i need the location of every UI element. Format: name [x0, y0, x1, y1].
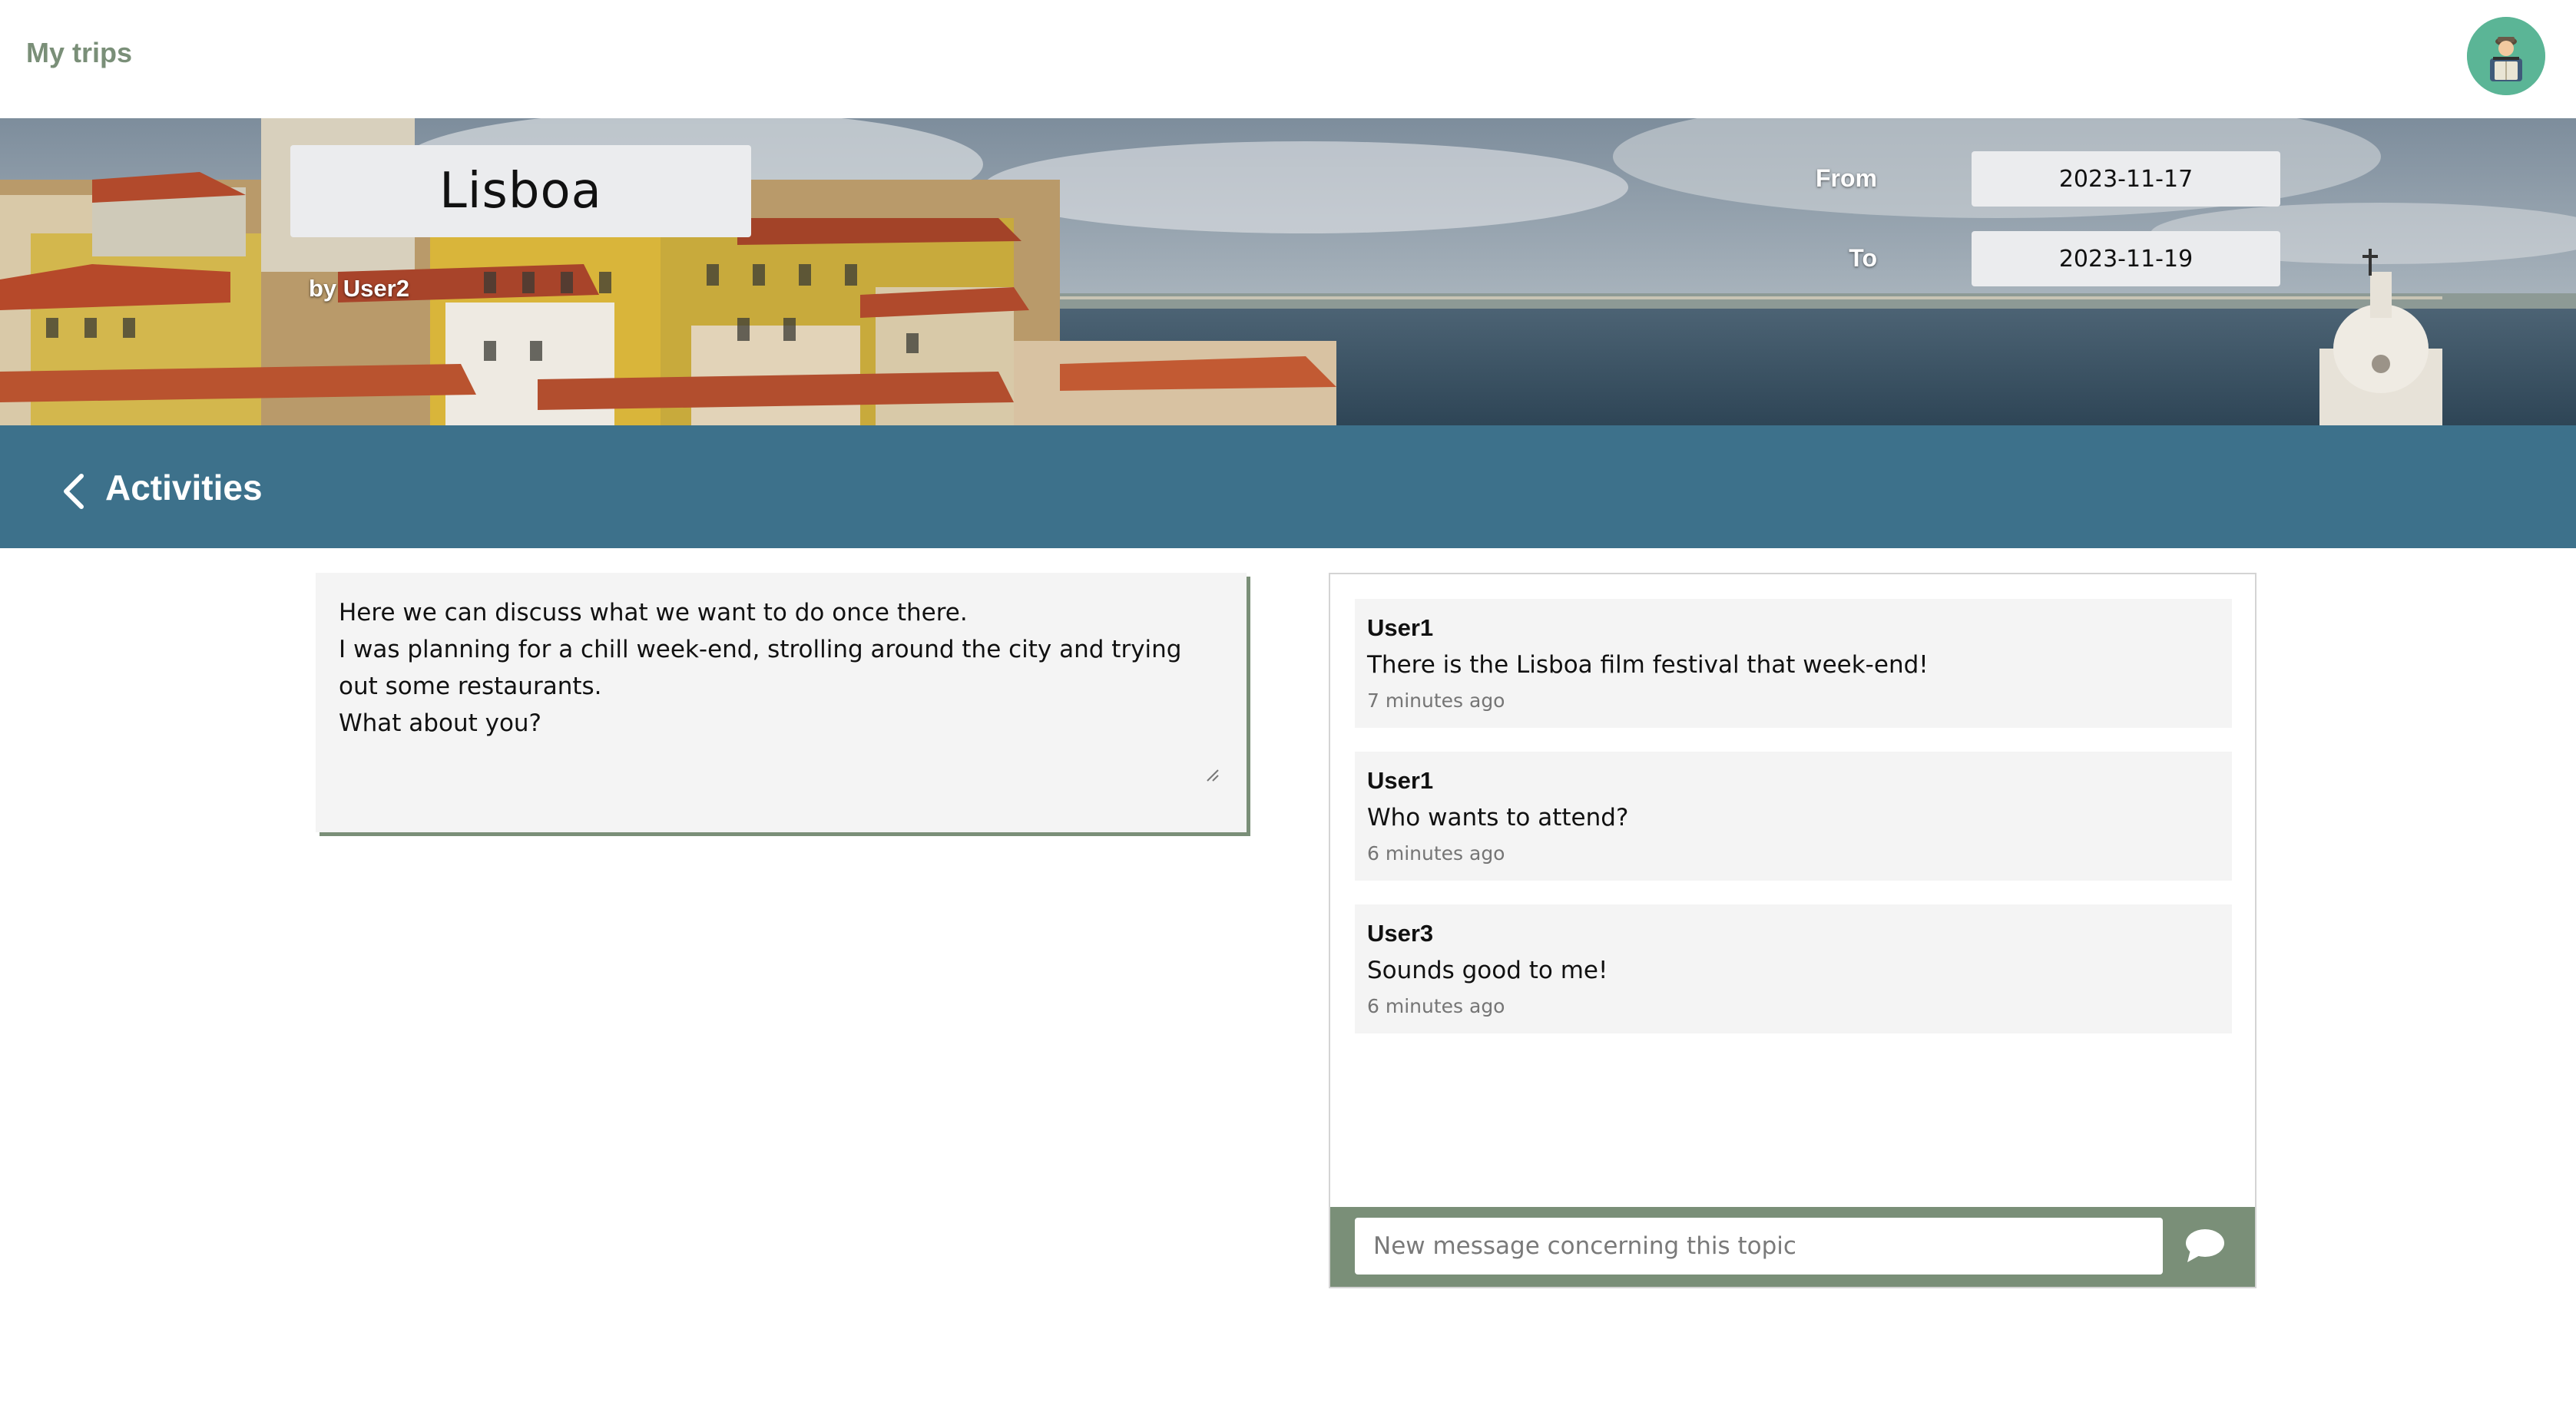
from-date-input[interactable] [1972, 151, 2280, 207]
trip-title: Lisboa [439, 163, 602, 220]
trip-hero-banner: Lisboa by User2 From To [0, 118, 2576, 425]
new-message-input[interactable] [1355, 1218, 2163, 1275]
to-label: To [1849, 244, 1877, 272]
chat-panel: User1 There is the Lisboa film festival … [1329, 573, 2256, 1288]
activities-section-bar [0, 425, 2576, 548]
message-time: 6 minutes ago [1367, 842, 1505, 865]
chevron-left-icon[interactable] [58, 471, 89, 511]
top-bar: My trips [0, 0, 2576, 118]
chat-message: User3 Sounds good to me! 6 minutes ago [1355, 904, 2232, 1033]
chat-composer [1330, 1207, 2255, 1287]
user-avatar[interactable] [2467, 17, 2545, 95]
trip-author: by User2 [309, 275, 409, 302]
message-time: 7 minutes ago [1367, 689, 1505, 712]
message-author: User1 [1367, 614, 1434, 641]
topic-description-box[interactable]: Here we can discuss what we want to do o… [316, 573, 1247, 832]
section-title: Activities [105, 468, 263, 508]
to-date-input[interactable] [1972, 231, 2280, 286]
trip-title-box[interactable]: Lisboa [290, 145, 751, 237]
from-label: From [1816, 164, 1877, 192]
message-author: User3 [1367, 920, 1434, 947]
chat-message: User1 There is the Lisboa film festival … [1355, 599, 2232, 728]
my-trips-link[interactable]: My trips [26, 37, 132, 69]
traveler-avatar-icon [2467, 17, 2545, 95]
message-text: Who wants to attend? [1367, 804, 1629, 832]
speech-bubble-icon[interactable] [2184, 1227, 2226, 1264]
message-time: 6 minutes ago [1367, 995, 1505, 1017]
topic-description-text: Here we can discuss what we want to do o… [339, 599, 1182, 737]
message-text: There is the Lisboa film festival that w… [1367, 651, 1929, 679]
message-text: Sounds good to me! [1367, 957, 1608, 984]
message-author: User1 [1367, 767, 1434, 794]
chat-message: User1 Who wants to attend? 6 minutes ago [1355, 752, 2232, 881]
resize-handle-icon[interactable] [1205, 768, 1219, 782]
